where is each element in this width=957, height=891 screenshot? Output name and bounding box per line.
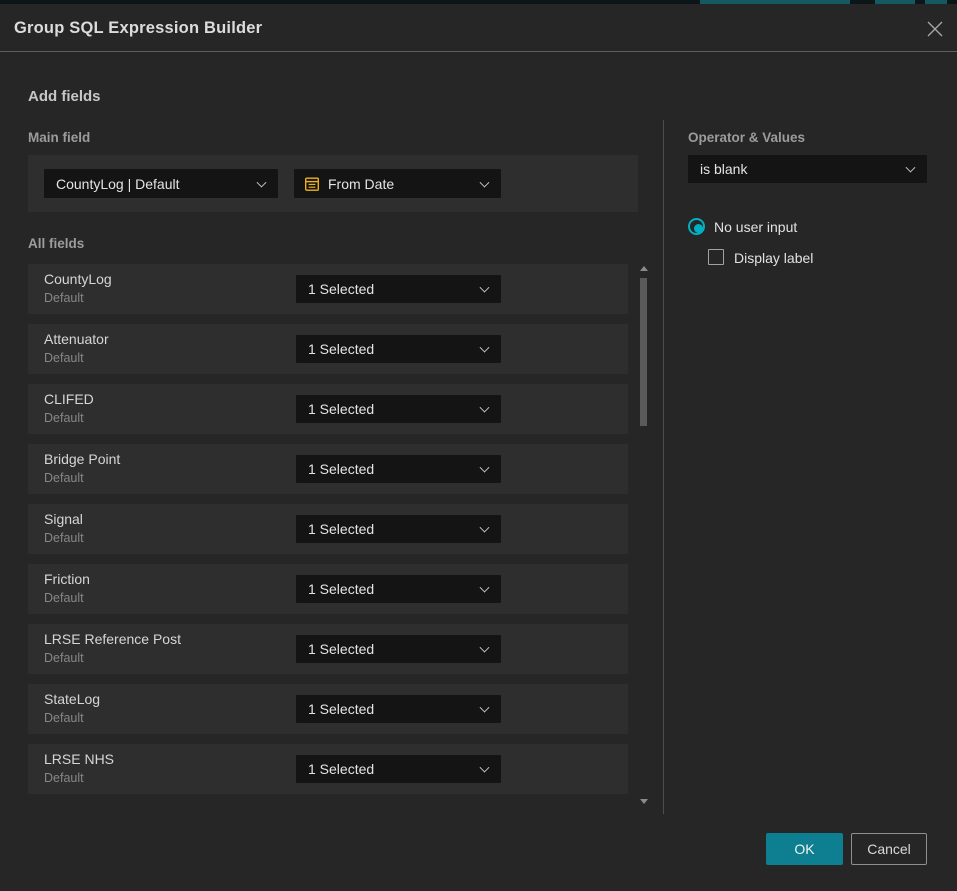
field-name: Attenuator xyxy=(44,331,109,347)
fields-list-scrollbar xyxy=(636,264,652,804)
field-name: Friction xyxy=(44,571,90,587)
no-user-input-label: No user input xyxy=(714,219,797,235)
field-name: CountyLog xyxy=(44,271,112,287)
field-values-dropdown-value: 1 Selected xyxy=(308,641,374,657)
field-row: LRSE Reference Post Default 1 Selected xyxy=(28,624,628,674)
field-values-dropdown-value: 1 Selected xyxy=(308,761,374,777)
dialog-title: Group SQL Expression Builder xyxy=(14,4,262,52)
field-values-dropdown[interactable]: 1 Selected xyxy=(296,515,501,543)
field-values-dropdown-value: 1 Selected xyxy=(308,581,374,597)
chevron-down-icon xyxy=(480,583,490,593)
field-row: Bridge Point Default 1 Selected xyxy=(28,444,628,494)
field-values-dropdown[interactable]: 1 Selected xyxy=(296,395,501,423)
main-field-label: Main field xyxy=(28,130,90,145)
date-field-icon xyxy=(304,176,320,192)
chevron-down-icon xyxy=(480,403,490,413)
operator-dropdown[interactable]: is blank xyxy=(688,155,927,183)
field-row: LRSE NHS Default 1 Selected xyxy=(28,744,628,794)
chevron-down-icon xyxy=(480,703,490,713)
chevron-down-icon xyxy=(480,177,490,187)
cancel-button[interactable]: Cancel xyxy=(851,833,927,865)
dialog-header: Group SQL Expression Builder xyxy=(0,4,957,52)
radio-selected-icon xyxy=(688,218,705,235)
operator-dropdown-value: is blank xyxy=(700,161,747,177)
scrollbar-down-arrow-icon[interactable] xyxy=(640,799,648,804)
field-row: StateLog Default 1 Selected xyxy=(28,684,628,734)
field-values-dropdown-value: 1 Selected xyxy=(308,521,374,537)
main-field-panel: CountyLog | Default From Date xyxy=(28,155,638,212)
field-source: Default xyxy=(44,591,84,605)
group-sql-expression-builder-dialog: Group SQL Expression Builder Add fields … xyxy=(0,4,957,891)
field-row: CLIFED Default 1 Selected xyxy=(28,384,628,434)
panel-divider xyxy=(663,120,664,814)
field-name: Bridge Point xyxy=(44,451,120,467)
field-values-dropdown-value: 1 Selected xyxy=(308,401,374,417)
chevron-down-icon xyxy=(480,463,490,473)
all-fields-list: CountyLog Default 1 Selected Attenuator … xyxy=(28,264,628,802)
chevron-down-icon xyxy=(480,343,490,353)
field-source: Default xyxy=(44,651,84,665)
operator-values-label: Operator & Values xyxy=(688,130,805,145)
ok-button[interactable]: OK xyxy=(766,833,843,865)
field-source: Default xyxy=(44,291,84,305)
scrollbar-thumb[interactable] xyxy=(640,278,647,426)
add-fields-heading: Add fields xyxy=(28,88,101,105)
field-values-dropdown[interactable]: 1 Selected xyxy=(296,455,501,483)
field-name: Signal xyxy=(44,511,83,527)
all-fields-label: All fields xyxy=(28,236,84,251)
field-name: StateLog xyxy=(44,691,100,707)
scrollbar-up-arrow-icon[interactable] xyxy=(640,266,648,271)
field-source: Default xyxy=(44,411,84,425)
display-label-text: Display label xyxy=(734,250,813,266)
chevron-down-icon xyxy=(906,163,916,173)
field-values-dropdown[interactable]: 1 Selected xyxy=(296,635,501,663)
field-source: Default xyxy=(44,471,84,485)
field-values-dropdown-value: 1 Selected xyxy=(308,461,374,477)
field-values-dropdown-value: 1 Selected xyxy=(308,701,374,717)
field-values-dropdown[interactable]: 1 Selected xyxy=(296,335,501,363)
field-source: Default xyxy=(44,711,84,725)
field-dropdown-value: From Date xyxy=(328,176,394,192)
field-values-dropdown[interactable]: 1 Selected xyxy=(296,575,501,603)
field-values-dropdown[interactable]: 1 Selected xyxy=(296,755,501,783)
chevron-down-icon xyxy=(257,177,267,187)
field-values-dropdown[interactable]: 1 Selected xyxy=(296,695,501,723)
field-row: Signal Default 1 Selected xyxy=(28,504,628,554)
field-source: Default xyxy=(44,771,84,785)
layer-dropdown[interactable]: CountyLog | Default xyxy=(44,169,278,198)
field-source: Default xyxy=(44,531,84,545)
chevron-down-icon xyxy=(480,763,490,773)
field-dropdown[interactable]: From Date xyxy=(294,169,501,198)
chevron-down-icon xyxy=(480,523,490,533)
layer-dropdown-value: CountyLog | Default xyxy=(56,176,180,192)
field-row: CountyLog Default 1 Selected xyxy=(28,264,628,314)
chevron-down-icon xyxy=(480,643,490,653)
field-name: LRSE Reference Post xyxy=(44,631,181,647)
field-name: LRSE NHS xyxy=(44,751,114,767)
field-values-dropdown[interactable]: 1 Selected xyxy=(296,275,501,303)
close-icon[interactable] xyxy=(926,20,944,38)
field-row: Attenuator Default 1 Selected xyxy=(28,324,628,374)
field-values-dropdown-value: 1 Selected xyxy=(308,341,374,357)
field-row: Friction Default 1 Selected xyxy=(28,564,628,614)
checkbox-unchecked-icon xyxy=(708,249,724,265)
field-source: Default xyxy=(44,351,84,365)
field-name: CLIFED xyxy=(44,391,94,407)
chevron-down-icon xyxy=(480,283,490,293)
field-values-dropdown-value: 1 Selected xyxy=(308,281,374,297)
